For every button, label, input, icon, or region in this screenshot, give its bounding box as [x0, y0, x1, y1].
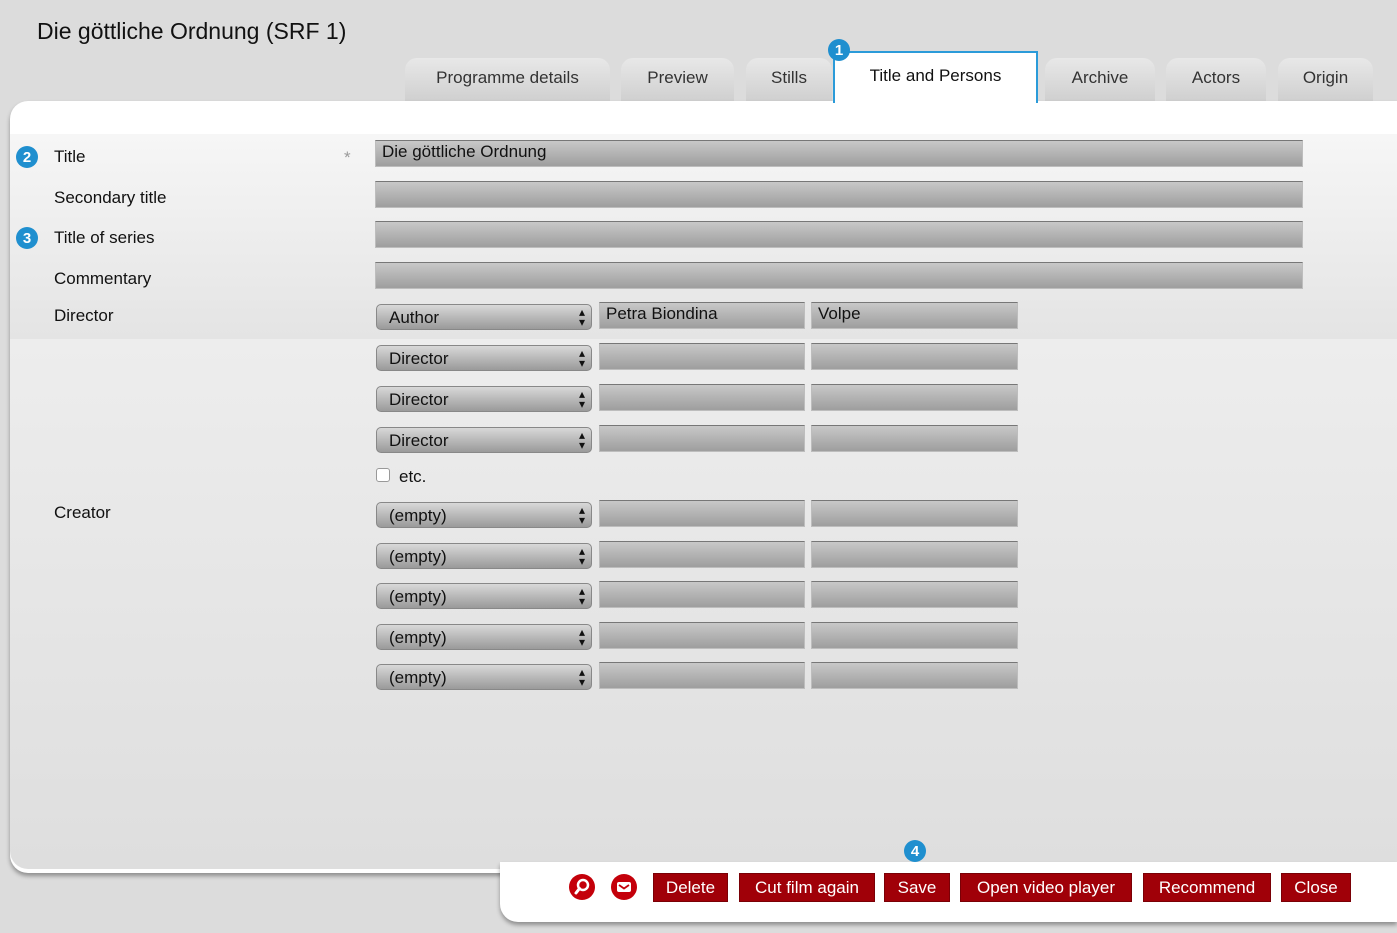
creator-last-name-field[interactable] [811, 622, 1018, 649]
commentary-field[interactable] [375, 262, 1303, 289]
mail-icon[interactable] [611, 874, 637, 900]
director-last-name-field[interactable] [811, 384, 1018, 411]
creator-first-name-field[interactable] [599, 662, 805, 689]
recommend-button[interactable]: Recommend [1143, 873, 1271, 902]
creator-label: Creator [54, 503, 111, 522]
creator-role-value: (empty) [389, 668, 447, 687]
secondary-title-field[interactable] [375, 181, 1303, 208]
creator-role-select[interactable]: (empty) ▴ ▾ [376, 583, 592, 609]
select-arrows-icon: ▴ ▾ [578, 625, 585, 649]
select-arrows-icon: ▴ ▾ [578, 387, 585, 411]
creator-last-name-field[interactable] [811, 581, 1018, 608]
director-role-select[interactable]: Director ▴ ▾ [376, 345, 592, 371]
director-role-value: Director [389, 349, 449, 368]
select-arrows-icon: ▴ ▾ [578, 665, 585, 689]
director-last-name-field[interactable]: Volpe [811, 302, 1018, 329]
cut-film-again-button[interactable]: Cut film again [739, 873, 875, 902]
director-label: Director [54, 306, 114, 325]
creator-role-value: (empty) [389, 547, 447, 566]
director-role-select[interactable]: Director ▴ ▾ [376, 386, 592, 412]
tab-title-and-persons[interactable]: Title and Persons [833, 51, 1038, 103]
director-first-name-field[interactable]: Petra Biondina [599, 302, 805, 329]
creator-role-value: (empty) [389, 587, 447, 606]
tab-preview[interactable]: Preview [621, 58, 734, 102]
creator-first-name-field[interactable] [599, 500, 805, 527]
creator-last-name-field[interactable] [811, 662, 1018, 689]
title-field[interactable]: Die göttliche Ordnung [375, 140, 1303, 167]
select-arrows-icon: ▴ ▾ [578, 544, 585, 568]
select-arrows-icon: ▴ ▾ [578, 584, 585, 608]
search-icon[interactable] [569, 874, 595, 900]
callout-badge-3: 3 [16, 227, 38, 249]
save-button[interactable]: Save [884, 873, 950, 902]
commentary-label: Commentary [54, 269, 152, 288]
title-of-series-field[interactable] [375, 221, 1303, 248]
director-first-name-field[interactable] [599, 425, 805, 452]
secondary-title-label: Secondary title [54, 188, 167, 207]
window-title: Die göttliche Ordnung (SRF 1) [37, 18, 347, 44]
creator-role-select[interactable]: (empty) ▴ ▾ [376, 624, 592, 650]
creator-last-name-field[interactable] [811, 500, 1018, 527]
select-arrows-icon: ▴ ▾ [578, 428, 585, 452]
etc-label: etc. [399, 467, 427, 486]
creator-first-name-field[interactable] [599, 622, 805, 649]
tab-origin[interactable]: Origin [1278, 58, 1373, 102]
select-arrows-icon: ▴ ▾ [578, 503, 585, 527]
title-of-series-label: Title of series [54, 228, 155, 247]
required-marker: * [344, 148, 351, 167]
creator-first-name-field[interactable] [599, 581, 805, 608]
tab-actors[interactable]: Actors [1166, 58, 1266, 102]
select-arrows-icon: ▴ ▾ [578, 305, 585, 329]
etc-checkbox[interactable] [376, 468, 390, 482]
tab-archive[interactable]: Archive [1045, 58, 1155, 102]
creator-role-value: (empty) [389, 506, 447, 525]
director-last-name-field[interactable] [811, 425, 1018, 452]
tab-programme-details[interactable]: Programme details [405, 58, 610, 102]
callout-badge-1: 1 [828, 39, 850, 61]
director-first-name-field[interactable] [599, 343, 805, 370]
callout-badge-2: 2 [16, 146, 38, 168]
creator-role-select[interactable]: (empty) ▴ ▾ [376, 502, 592, 528]
director-role-select[interactable]: Director ▴ ▾ [376, 427, 592, 453]
open-video-player-button[interactable]: Open video player [960, 873, 1132, 902]
director-last-name-field[interactable] [811, 343, 1018, 370]
creator-role-select[interactable]: (empty) ▴ ▾ [376, 664, 592, 690]
director-role-value: Director [389, 431, 449, 450]
callout-badge-4: 4 [904, 840, 926, 862]
creator-last-name-field[interactable] [811, 541, 1018, 568]
creator-role-value: (empty) [389, 628, 447, 647]
title-label: Title [54, 147, 86, 166]
delete-button[interactable]: Delete [653, 873, 728, 902]
director-role-value: Author [389, 308, 440, 327]
creator-role-select[interactable]: (empty) ▴ ▾ [376, 543, 592, 569]
director-first-name-field[interactable] [599, 384, 805, 411]
creator-first-name-field[interactable] [599, 541, 805, 568]
director-role-value: Director [389, 390, 449, 409]
tab-stills[interactable]: Stills [746, 58, 832, 102]
select-arrows-icon: ▴ ▾ [578, 346, 585, 370]
director-role-select[interactable]: Author ▴ ▾ [376, 304, 592, 330]
close-button[interactable]: Close [1281, 873, 1351, 902]
